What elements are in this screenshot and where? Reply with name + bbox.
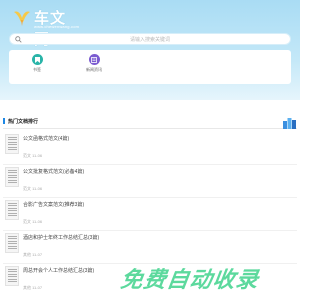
shortcut-news[interactable]: 新闻资讯 xyxy=(80,54,108,73)
watermark-text: 免费自动收录 xyxy=(119,267,261,292)
shortcut-bookmark[interactable]: 书签 xyxy=(23,54,51,73)
bird-logo-icon xyxy=(14,11,30,26)
doc-item[interactable]: 酒店和护士年终工作总结汇总(3篇) 其他 11-07 xyxy=(3,232,297,266)
doc-title[interactable]: 公文批复格式范文(必备4篇) xyxy=(23,168,84,175)
bookmark-icon xyxy=(31,54,43,65)
shortcut-label: 书签 xyxy=(33,67,41,72)
hot-docs-header: 热门文档排行 xyxy=(0,114,300,129)
section-marker xyxy=(3,118,5,124)
divider xyxy=(3,164,297,165)
doc-meta: 其他 11-07 xyxy=(23,285,43,290)
shortcut-panel: 书签 新闻资讯 xyxy=(9,50,291,84)
doc-title[interactable]: 合影广告文案范文(推荐3篇) xyxy=(23,201,84,208)
doc-item[interactable]: 公文批复格式范文(必备4篇) 范文 11-06 xyxy=(3,166,297,200)
doc-thumbnail xyxy=(5,200,19,220)
divider xyxy=(3,128,297,129)
doc-meta: 其他 11-07 xyxy=(23,252,43,257)
doc-item[interactable]: 公文函格式范文(4篇) 范文 11-06 xyxy=(3,133,297,167)
doc-title[interactable]: 周总开会个人工作总结汇总(3篇) xyxy=(23,267,94,274)
search-placeholder: 请输入搜索关键词 xyxy=(129,37,170,43)
doc-meta: 范文 11-06 xyxy=(23,186,43,191)
divider xyxy=(3,230,297,231)
doc-meta: 范文 11-06 xyxy=(23,153,43,158)
news-icon xyxy=(88,54,100,65)
books-icon xyxy=(283,118,296,129)
doc-thumbnail xyxy=(5,233,19,253)
section-title: 热门文档排行 xyxy=(8,119,39,125)
doc-title[interactable]: 公文函格式范文(4篇) xyxy=(23,135,69,142)
site-logo[interactable]: 车文网 www.chewenwang.com xyxy=(12,7,79,48)
doc-thumbnail xyxy=(5,266,19,286)
doc-thumbnail xyxy=(5,167,19,187)
doc-meta: 范文 11-06 xyxy=(23,219,43,224)
doc-title[interactable]: 酒店和护士年终工作总结汇总(3篇) xyxy=(23,234,99,241)
logo-subtitle: www.chewenwang.com xyxy=(34,24,80,29)
search-input[interactable]: 请输入搜索关键词 xyxy=(9,33,291,45)
shortcut-label: 新闻资讯 xyxy=(86,67,102,72)
divider xyxy=(3,197,297,198)
doc-thumbnail xyxy=(5,134,19,154)
doc-item[interactable]: 合影广告文案范文(推荐3篇) 范文 11-06 xyxy=(3,199,297,233)
